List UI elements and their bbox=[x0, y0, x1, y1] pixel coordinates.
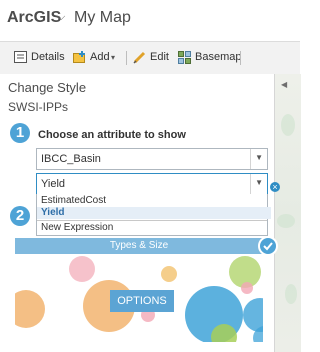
add-caret-icon: ▾ bbox=[111, 53, 116, 62]
app-brand[interactable]: ArcGIS bbox=[7, 9, 61, 27]
bubble bbox=[69, 256, 95, 282]
edit-label: Edit bbox=[150, 51, 169, 63]
pencil-icon bbox=[133, 51, 146, 64]
add-button[interactable]: Add ▾ bbox=[73, 50, 121, 66]
select-divider bbox=[250, 149, 251, 169]
dropdown-option-new-expression[interactable]: New Expression bbox=[37, 222, 271, 234]
add-icon bbox=[73, 51, 85, 63]
check-icon bbox=[263, 242, 273, 251]
details-label: Details bbox=[31, 51, 65, 63]
dropdown-divider bbox=[37, 220, 267, 221]
bubble bbox=[15, 290, 45, 328]
edit-button[interactable]: Edit bbox=[133, 50, 169, 66]
card-title: Types & Size bbox=[109, 240, 169, 251]
pane-title: Change Style bbox=[8, 80, 87, 95]
attribute-select-1[interactable]: IBCC_Basin ▼ bbox=[36, 148, 268, 170]
basemap-label: Basemap bbox=[195, 51, 242, 63]
toolbar-divider bbox=[126, 51, 127, 65]
details-icon bbox=[14, 51, 27, 63]
dropdown-option-yield[interactable]: Yield bbox=[37, 207, 271, 219]
toolbar: Details Add ▾ Edit Basemap bbox=[0, 41, 300, 75]
step-1-heading: Choose an attribute to show bbox=[38, 129, 186, 141]
attribute-select-2[interactable]: Yield ▼ bbox=[36, 173, 268, 195]
map-feature bbox=[277, 214, 295, 228]
map-view[interactable] bbox=[274, 74, 301, 352]
add-label: Add bbox=[90, 51, 110, 63]
chevron-down-icon[interactable]: ⌵ bbox=[57, 11, 65, 24]
map-title: My Map bbox=[74, 9, 131, 26]
details-button[interactable]: Details bbox=[14, 50, 65, 66]
attribute-select-1-value: IBCC_Basin bbox=[41, 153, 101, 165]
chevron-down-icon[interactable]: ▼ bbox=[255, 153, 263, 162]
dropdown-option-estimatedcost[interactable]: EstimatedCost bbox=[37, 195, 271, 207]
basemap-button[interactable]: Basemap bbox=[178, 50, 241, 66]
step-1-badge: 1 bbox=[10, 123, 30, 143]
step-2-badge: 2 bbox=[10, 206, 30, 226]
map-feature bbox=[281, 114, 295, 136]
selected-check-badge bbox=[258, 236, 278, 256]
attribute-dropdown: EstimatedCost Yield New Expression bbox=[36, 194, 271, 236]
select-divider bbox=[250, 174, 251, 194]
bubble bbox=[161, 266, 177, 282]
card-banner: Types & Size bbox=[15, 238, 263, 254]
map-feature bbox=[285, 284, 297, 304]
remove-attribute-icon[interactable]: × bbox=[270, 182, 280, 192]
basemap-icon bbox=[178, 51, 191, 64]
app-header: ArcGIS ⌵ My Map bbox=[0, 0, 300, 40]
chevron-down-icon[interactable]: ▼ bbox=[255, 178, 263, 187]
types-size-card[interactable]: Types & Size OPTIONS bbox=[15, 238, 263, 342]
collapse-panel-icon[interactable]: ◀ bbox=[281, 80, 287, 89]
attribute-select-2-value: Yield bbox=[41, 178, 66, 190]
bubble bbox=[241, 282, 253, 294]
toolbar-divider bbox=[240, 51, 241, 65]
layer-name: SWSI-IPPs bbox=[8, 100, 69, 114]
options-button[interactable]: OPTIONS bbox=[110, 290, 174, 312]
